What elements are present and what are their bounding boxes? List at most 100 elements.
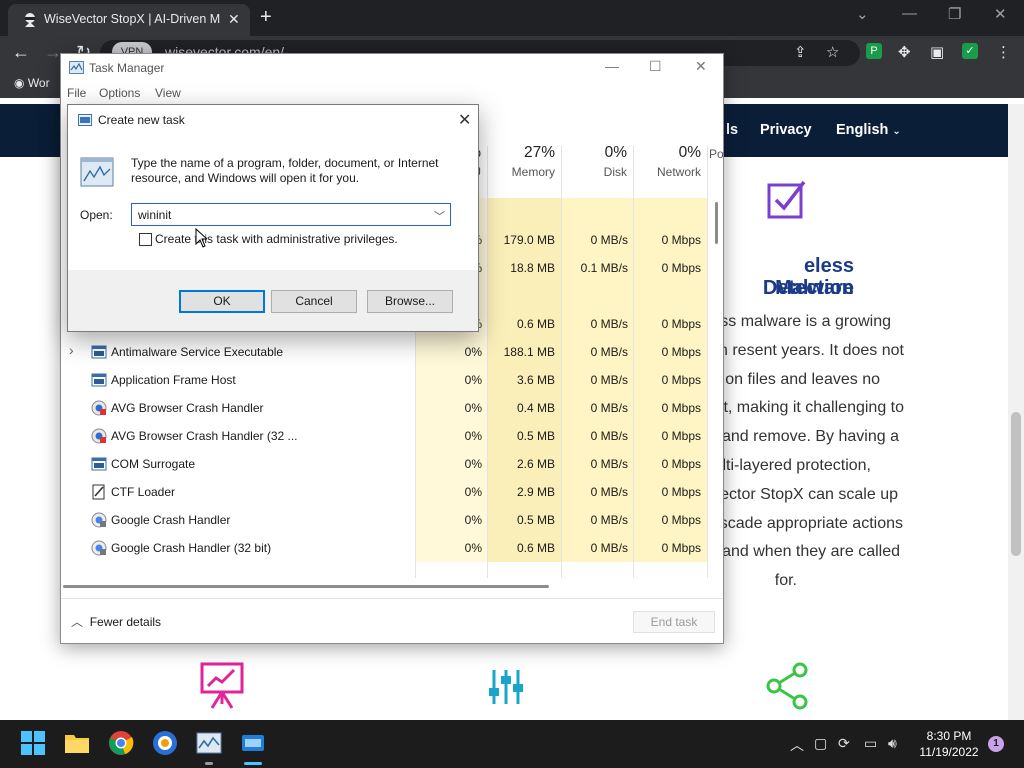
menu-file[interactable]: File [67, 86, 86, 100]
feature-text-line: and remove. By having a [722, 428, 899, 446]
process-net-value: 0 Mbps [661, 485, 701, 499]
process-row[interactable]: AVG Browser Crash Handler (32 ... 0% 0.5 M… [61, 422, 713, 450]
nav-link-partial[interactable]: ls [726, 122, 738, 138]
google-process-icon [91, 512, 107, 528]
ok-button[interactable]: OK [179, 290, 265, 313]
window-process-icon [91, 456, 107, 472]
network-icon[interactable]: ▭ [864, 735, 877, 752]
avg-browser-icon[interactable] [152, 730, 178, 756]
column-disk[interactable]: 0% Disk [561, 144, 627, 179]
browser-tab[interactable]: WiseVector StopX | AI-Driven Ma ✕ [8, 4, 250, 36]
bookmark-item[interactable]: ◉ Wor [14, 76, 50, 90]
close-icon[interactable]: ✕ [695, 58, 707, 75]
fewer-details-button[interactable]: ︿ Fewer details [71, 613, 161, 630]
process-row[interactable]: AVG Browser Crash Handler 0% 0.4 MB 0 MB/s 0… [61, 394, 713, 422]
minimize-icon[interactable]: — [605, 58, 619, 74]
task-manager-titlebar[interactable]: Task Manager — ☐ ✕ [61, 54, 723, 82]
process-cpu-value: 0% [464, 345, 482, 359]
file-explorer-icon[interactable] [64, 730, 90, 756]
process-list-vscroll[interactable] [715, 202, 718, 244]
end-task-button[interactable]: End task [633, 611, 715, 633]
nav-link-privacy[interactable]: Privacy [760, 122, 812, 138]
task-manager-app-icon [69, 61, 84, 74]
language-label: English [836, 122, 889, 138]
menu-view[interactable]: View [155, 86, 181, 100]
volume-icon[interactable]: 🔊︎ [888, 735, 897, 752]
column-power[interactable]: Po [709, 144, 724, 161]
column-memory[interactable]: 27% Memory [489, 144, 555, 179]
process-mem-value: 179.0 MB [503, 233, 555, 247]
close-browser-button[interactable]: ✕ [994, 5, 1007, 23]
process-row[interactable]: COM Surrogate 0% 2.6 MB 0 MB/s 0 Mbps [61, 450, 713, 478]
open-combobox-input[interactable] [131, 203, 451, 226]
process-mem-value: 0.5 MB [516, 429, 555, 443]
extensions-puzzle-icon[interactable]: ✥ [898, 43, 911, 61]
process-net-value: 0 Mbps [661, 373, 701, 387]
process-disk-value: 0 MB/s [590, 429, 628, 443]
bookmark-label: Wor [27, 76, 50, 90]
menu-options[interactable]: Options [99, 86, 140, 100]
more-menu-icon[interactable]: ⋮ [996, 43, 1011, 61]
admin-privileges-label[interactable]: Create this task with administrative pri… [155, 232, 398, 246]
notification-badge[interactable]: 1 [988, 736, 1004, 752]
clock-time[interactable]: 8:30 PM [920, 729, 978, 743]
admin-privileges-checkbox[interactable] [139, 233, 152, 246]
feature-text-line: for. [774, 572, 797, 590]
restore-browser-button[interactable]: ❐ [948, 5, 961, 23]
feature-text-line: ss malware is a growing [720, 313, 891, 330]
expand-chevron-icon[interactable]: › [69, 342, 74, 358]
shield-extension-icon[interactable]: ✓ [962, 43, 978, 59]
share-icon[interactable]: ⇪ [794, 43, 807, 61]
process-net-value: 0 Mbps [661, 261, 701, 275]
chevron-down-icon[interactable]: ﹀ [434, 208, 445, 224]
cell-heat-background [488, 282, 561, 310]
browse-button[interactable]: Browse... [367, 290, 453, 313]
cell-heat-background [562, 198, 633, 226]
process-row[interactable]: Google Crash Handler 0% 0.5 MB 0 MB/s 0 Mbps [61, 506, 713, 534]
process-row[interactable]: Google Crash Handler (32 bit) 0% 0.6 MB 0 M… [61, 534, 713, 562]
chevron-up-icon[interactable]: ︿ [790, 735, 804, 755]
process-row[interactable]: › Antimalware Service Executable 0% 188.1 M… [61, 338, 713, 366]
process-disk-value: 0 MB/s [590, 513, 628, 527]
minimize-browser-button[interactable]: — [902, 5, 917, 22]
process-cpu-value: 0% [464, 457, 482, 471]
windows-start-icon[interactable] [20, 730, 46, 756]
column-network[interactable]: 0% Network [633, 144, 701, 179]
sync-icon[interactable]: ⟳ [838, 735, 850, 752]
chrome-icon[interactable] [108, 730, 134, 756]
new-tab-button[interactable]: + [260, 6, 272, 29]
bookmark-star-icon[interactable]: ☆ [826, 43, 839, 61]
process-net-value: 0 Mbps [661, 541, 701, 555]
process-disk-value: 0.1 MB/s [580, 261, 628, 275]
tab-search-icon[interactable]: ⌄ [856, 5, 869, 23]
language-selector[interactable]: English ⌄ [836, 122, 901, 138]
process-row[interactable]: CTF Loader 0% 2.9 MB 0 MB/s 0 Mbps [61, 478, 713, 506]
open-label: Open: [80, 208, 113, 222]
process-cpu-value: 0% [464, 513, 482, 527]
process-row[interactable]: Application Frame Host 0% 3.6 MB 0 MB/s 0 Mb… [61, 366, 713, 394]
process-cpu-value: 0% [464, 485, 482, 499]
page-scroll-thumb[interactable] [1011, 412, 1021, 556]
run-dialog-taskbar-icon[interactable] [240, 730, 266, 756]
dialog-app-icon [78, 114, 92, 126]
cancel-button[interactable]: Cancel [271, 290, 357, 313]
extension-p-icon[interactable]: P [866, 43, 882, 59]
process-name: COM Surrogate [111, 457, 196, 471]
process-cpu-value: 0% [464, 401, 482, 415]
active-indicator [244, 762, 262, 765]
process-disk-value: 0 MB/s [590, 485, 628, 499]
close-tab-icon[interactable]: ✕ [228, 11, 240, 28]
back-icon[interactable]: ← [12, 42, 30, 63]
process-net-value: 0 Mbps [661, 401, 701, 415]
task-manager-taskbar-icon[interactable] [196, 730, 222, 756]
hscroll-thumb[interactable] [63, 585, 549, 588]
power-label: Po [709, 147, 724, 161]
tray-app-icon[interactable]: ▢ [814, 735, 827, 752]
side-panel-icon[interactable]: ▣ [930, 43, 944, 61]
process-list-hscroll[interactable] [63, 582, 721, 590]
close-icon[interactable]: ✕ [458, 110, 471, 130]
process-disk-value: 0 MB/s [590, 541, 628, 555]
process-disk-value: 0 MB/s [590, 373, 628, 387]
clock-date[interactable]: 11/19/2022 [916, 745, 982, 759]
maximize-icon[interactable]: ☐ [649, 58, 662, 75]
